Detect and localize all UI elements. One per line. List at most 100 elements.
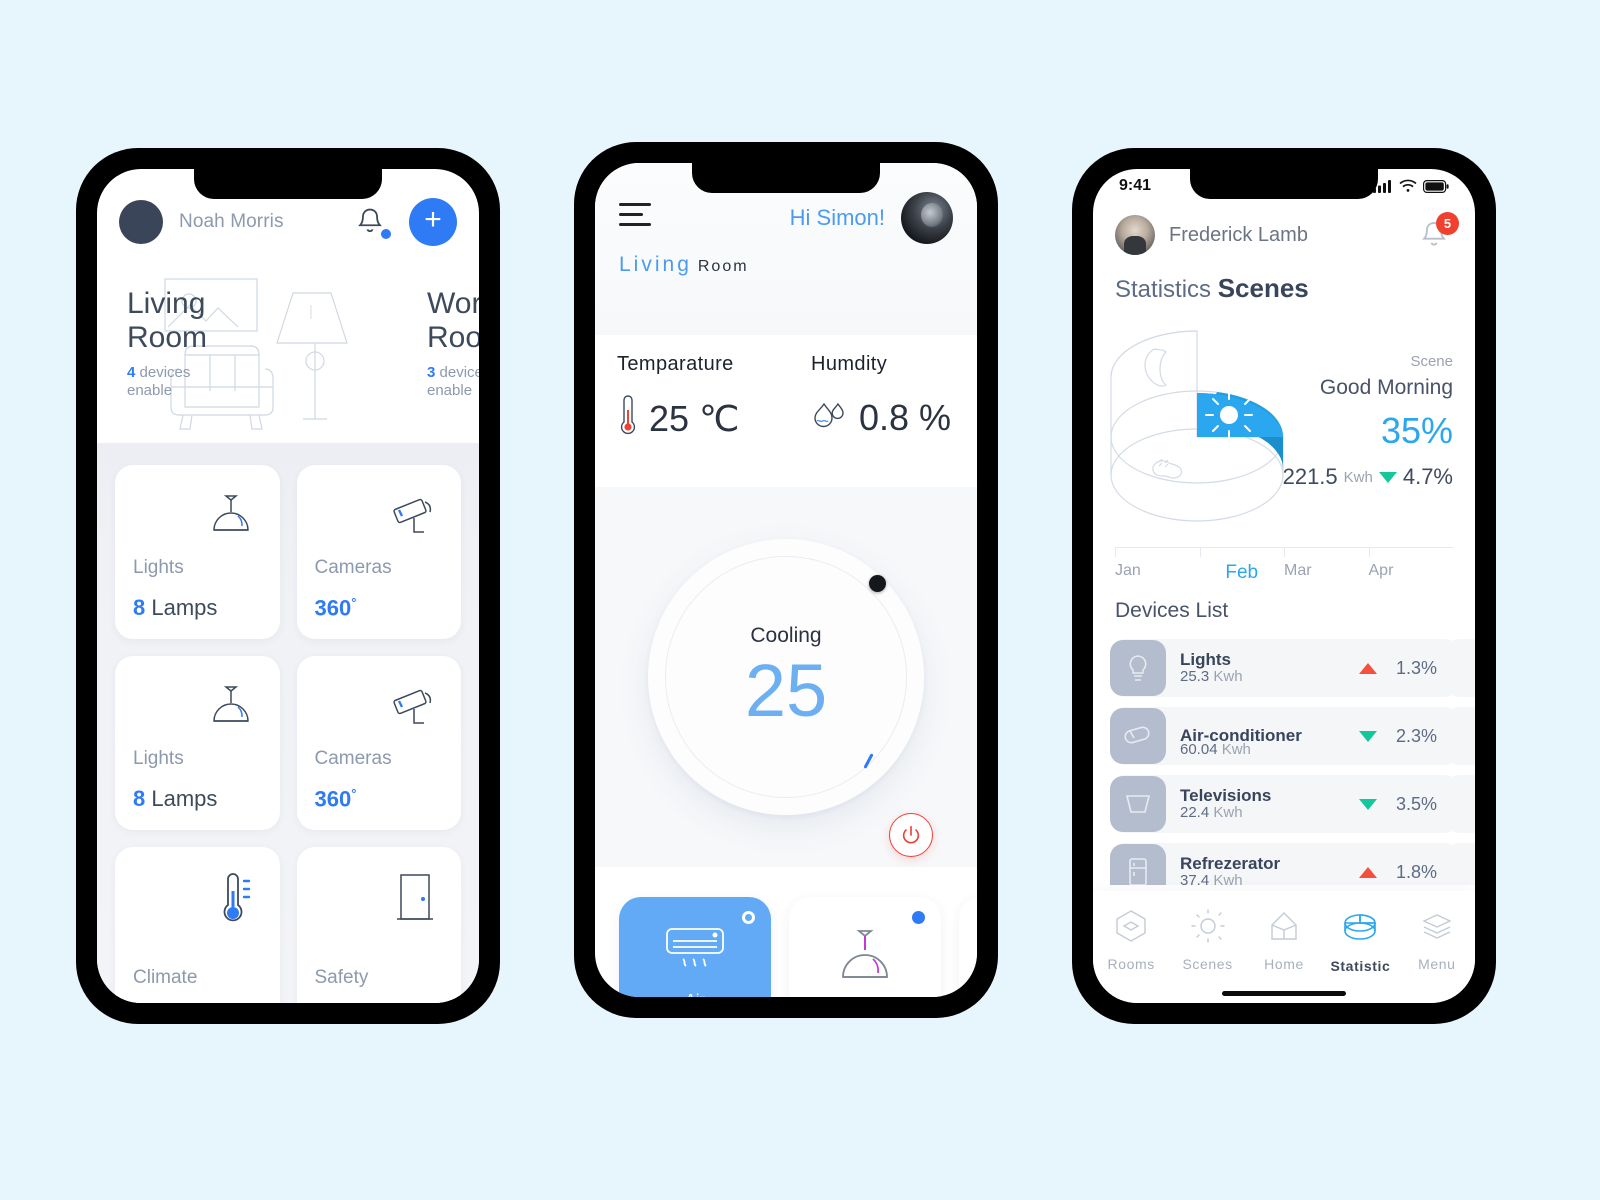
table-row[interactable]: Air-conditioner 60.04 Kwh 2.3% (1110, 707, 1459, 765)
device-energy: 22.4 Kwh (1180, 804, 1350, 821)
table-row[interactable]: Lights 25.3 Kwh 1.3% (1110, 639, 1459, 697)
sensor-card-humidity[interactable]: Humdity 0.8 % (789, 335, 977, 487)
legend-energy-row: 221.5 Kwh 4.7% (1283, 464, 1453, 490)
device-label: Lights (133, 557, 184, 578)
device-name: Televisions (1180, 785, 1272, 805)
nav-item-statistic[interactable]: Statistic (1322, 907, 1398, 974)
room-breadcrumb[interactable]: Living Room (619, 253, 953, 277)
device-label: Cameras (314, 748, 392, 769)
security-camera-icon (315, 481, 444, 555)
legend-scene-name: Good Morning (1319, 376, 1453, 399)
dial-knob-handle[interactable] (869, 575, 886, 592)
device-card-cameras[interactable]: Cameras 360° (296, 656, 461, 830)
bulb-icon (1110, 640, 1166, 696)
month-axis[interactable]: Jan Feb Mar Apr (1115, 547, 1453, 593)
month-tick-feb[interactable]: Feb (1199, 548, 1285, 593)
nav-label: Rooms (1107, 956, 1155, 972)
table-row-peek[interactable] (1445, 639, 1475, 697)
nav-item-menu[interactable]: Menu (1399, 907, 1475, 972)
page-title: Statistics Scenes (1115, 273, 1309, 304)
water-drop-icon (811, 394, 849, 441)
table-row[interactable]: Televisions 22.4 Kwh 3.5% (1110, 775, 1459, 833)
notch (194, 169, 382, 199)
device-card-lights[interactable]: Lights 8 Lamps (115, 465, 280, 639)
month-tick-jan[interactable]: Jan (1115, 548, 1200, 593)
sensor-card-temperature[interactable]: Temparature 25 ℃ (595, 335, 783, 487)
nav-item-scenes[interactable]: Scenes (1169, 907, 1245, 972)
device-card-lights[interactable]: Lights 8 Lamps (115, 656, 280, 830)
room-device-count: 3 (427, 363, 436, 381)
air-conditioner-icon (659, 925, 731, 982)
pendant-lamp-icon (829, 925, 901, 994)
dial-track (665, 556, 907, 798)
month-tick-apr[interactable]: Apr (1368, 548, 1454, 593)
bell-icon[interactable]: 5 (1417, 212, 1459, 253)
table-row-peek[interactable] (1445, 843, 1475, 885)
sensor-title: Temparature (617, 353, 734, 375)
device-meta: Air-conditioner 60.04 Kwh (1180, 727, 1350, 758)
devices-list-title: Devices List (1115, 599, 1229, 622)
notch (692, 163, 880, 193)
status-time: 9:41 (1119, 177, 1152, 194)
room-title: Living Room (127, 287, 208, 354)
pendant-lamp-icon (133, 672, 262, 746)
nav-item-home[interactable]: Home (1246, 907, 1322, 972)
bottom-navigation[interactable]: Rooms Scenes Home Statistic Menu (1093, 891, 1475, 1003)
month-tick-mar[interactable]: Mar (1284, 548, 1369, 593)
device-count: 8 (133, 595, 146, 620)
page-title-prefix: Statistics (1115, 276, 1212, 303)
rooms-carousel[interactable]: Living Room 4 devices enable Work Room 3… (97, 265, 479, 443)
trend-up-icon (1359, 866, 1377, 878)
legend-scene-label: Scene (1410, 353, 1453, 370)
device-card-climate[interactable]: Climate (115, 847, 280, 1003)
sensor-value: 0.8 % (859, 396, 952, 438)
device-tab-strip[interactable]: Air (595, 879, 977, 997)
device-count: 360 (314, 786, 352, 812)
phone-1-screen: Noah Morris + Living Room 4 devices enab… (97, 169, 479, 1003)
device-percentage: 1.3% (1395, 657, 1437, 678)
add-device-button[interactable]: + (409, 198, 457, 246)
device-energy-unit: Kwh (1213, 668, 1243, 686)
room-card-work-room[interactable]: Work Room 3 devices enable (397, 265, 479, 443)
tab-card-lights[interactable] (789, 897, 941, 997)
table-row-peek[interactable] (1445, 707, 1475, 765)
nav-label: Home (1264, 956, 1304, 972)
tab-card-air[interactable]: Air (619, 897, 771, 997)
legend-percentage: 35% (1380, 410, 1453, 451)
avatar[interactable] (119, 200, 163, 244)
power-button[interactable] (889, 813, 933, 857)
scenes-pie-chart[interactable]: Scene Good Morning 35% 221.5 Kwh 4.7% (1093, 311, 1475, 551)
device-energy-value: 25.3 (1180, 668, 1210, 686)
devices-list[interactable]: Lights 25.3 Kwh 1.3% Air-conditioner 60.… (1093, 639, 1475, 885)
hexagon-icon (1116, 910, 1146, 942)
device-sup: ° (351, 786, 357, 801)
hamburger-menu-icon[interactable] (619, 203, 653, 233)
phone2-topbar: Hi Simon! (619, 189, 953, 247)
device-card-cameras[interactable]: Cameras 360° (296, 465, 461, 639)
bell-icon[interactable] (353, 205, 391, 239)
nav-item-rooms[interactable]: Rooms (1093, 907, 1169, 972)
thermostat-area: Cooling 25 (595, 487, 977, 867)
tab-card-television[interactable] (959, 897, 977, 997)
avatar[interactable] (901, 192, 953, 244)
phone-3-screen: 9:41 Frederick Lamb 5 Statistics Scenes … (1093, 169, 1475, 1003)
avatar[interactable] (1115, 215, 1155, 255)
table-row-peek[interactable] (1445, 775, 1475, 833)
table-row[interactable]: Refrezerator 37.4 Kwh 1.8% (1110, 843, 1459, 885)
page-title-main: Scenes (1217, 273, 1309, 303)
thermostat-dial[interactable]: Cooling 25 (648, 539, 924, 815)
thermometer-icon (617, 394, 639, 443)
device-card-safety[interactable]: Safety (296, 847, 461, 1003)
legend-energy-unit: Kwh (1343, 468, 1373, 486)
sensor-cards: Temparature 25 ℃ Humdity 0.8 % (595, 335, 977, 487)
sensor-title: Humdity (811, 353, 888, 375)
tab-status-dot (742, 911, 755, 924)
pie-chart-icon (1344, 914, 1377, 940)
device-value: 360° (315, 786, 444, 812)
device-value: 8 Lamps (133, 595, 262, 621)
device-value: 360° (315, 595, 444, 621)
room-name-secondary: Room (697, 258, 749, 275)
room-card-living-room[interactable]: Living Room 4 devices enable (97, 265, 397, 443)
sensor-reading-row: 25 ℃ (617, 394, 761, 443)
room-enable-word: enable (427, 382, 473, 400)
